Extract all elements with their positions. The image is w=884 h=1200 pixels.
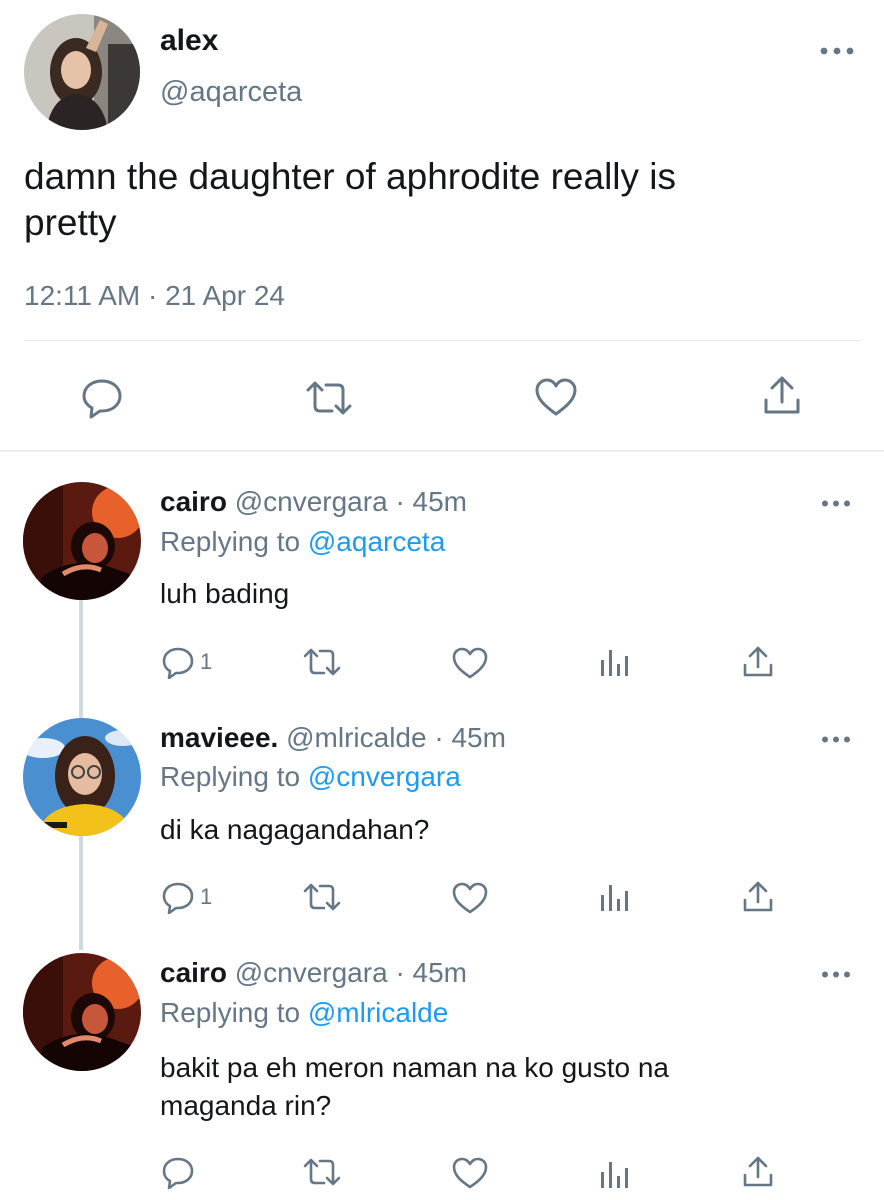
replying-to: Replying to @cnvergara	[160, 761, 461, 793]
avatar[interactable]	[23, 482, 141, 600]
more-icon[interactable]	[821, 499, 851, 508]
retweet-icon[interactable]	[302, 881, 342, 913]
like-icon[interactable]	[451, 646, 489, 680]
tweet-text-line: damn the daughter of aphrodite really is	[24, 156, 677, 197]
user-handle[interactable]: @cnvergara	[235, 486, 388, 517]
replying-to-link[interactable]: @mlricalde	[308, 997, 448, 1028]
timestamp[interactable]: 12:11 AM · 21 Apr 24	[24, 280, 285, 312]
divider	[0, 450, 884, 452]
user-handle[interactable]: @cnvergara	[235, 957, 388, 988]
display-name[interactable]: mavieee.	[160, 722, 278, 753]
replying-to-link[interactable]: @cnvergara	[308, 761, 461, 792]
relative-time[interactable]: · 45m	[434, 722, 506, 753]
reply-text: di ka nagagandahan?	[160, 814, 430, 845]
reply-header: mavieee. @mlricalde · 45m	[160, 722, 506, 754]
reply-text-line: maganda rin?	[160, 1090, 332, 1121]
reply-icon[interactable]	[161, 880, 195, 914]
reply-icon[interactable]	[80, 375, 124, 419]
reply-icon[interactable]	[161, 1155, 195, 1189]
avatar[interactable]	[23, 953, 141, 1071]
like-icon[interactable]	[451, 881, 489, 915]
replying-to-label: Replying to	[160, 526, 301, 557]
like-icon[interactable]	[451, 1156, 489, 1190]
tweet-text: damn the daughter of aphrodite really is…	[24, 154, 676, 246]
reply-text: bakit pa eh meron naman na ko gusto na m…	[160, 1049, 669, 1125]
retweet-icon[interactable]	[304, 378, 354, 418]
reply-count: 1	[200, 884, 213, 909]
like-icon[interactable]	[533, 376, 579, 418]
relative-time[interactable]: · 45m	[395, 486, 467, 517]
user-handle[interactable]: @mlricalde	[286, 722, 426, 753]
tweet-text-line: pretty	[24, 202, 117, 243]
more-icon[interactable]	[821, 970, 851, 979]
retweet-icon[interactable]	[302, 646, 342, 678]
reply-count: 1	[200, 649, 213, 674]
user-handle[interactable]: @aqarceta	[160, 76, 302, 109]
share-icon[interactable]	[741, 880, 775, 914]
more-icon[interactable]	[821, 735, 851, 744]
reply-text-line: bakit pa eh meron naman na ko gusto na	[160, 1052, 670, 1083]
analytics-icon[interactable]	[599, 646, 631, 678]
share-icon[interactable]	[741, 1155, 775, 1189]
retweet-icon[interactable]	[302, 1156, 342, 1188]
replying-to-label: Replying to	[160, 761, 301, 792]
display-name[interactable]: cairo	[160, 957, 227, 988]
replying-to: Replying to @aqarceta	[160, 526, 445, 558]
more-icon[interactable]	[820, 46, 854, 56]
replying-to-link[interactable]: @aqarceta	[308, 526, 445, 557]
replying-to-label: Replying to	[160, 997, 301, 1028]
share-icon[interactable]	[760, 374, 804, 418]
display-name[interactable]: alex	[160, 24, 218, 58]
avatar[interactable]	[23, 718, 141, 836]
divider	[24, 340, 860, 341]
replying-to: Replying to @mlricalde	[160, 997, 448, 1029]
display-name[interactable]: cairo	[160, 486, 227, 517]
avatar[interactable]	[24, 14, 140, 130]
analytics-icon[interactable]	[599, 1158, 631, 1190]
reply-header: cairo @cnvergara · 45m	[160, 957, 467, 989]
reply-text: luh bading	[160, 578, 290, 609]
share-icon[interactable]	[741, 645, 775, 679]
reply-icon[interactable]	[161, 645, 195, 679]
relative-time[interactable]: · 45m	[395, 957, 467, 988]
reply-header: cairo @cnvergara · 45m	[160, 486, 467, 518]
analytics-icon[interactable]	[599, 881, 631, 913]
